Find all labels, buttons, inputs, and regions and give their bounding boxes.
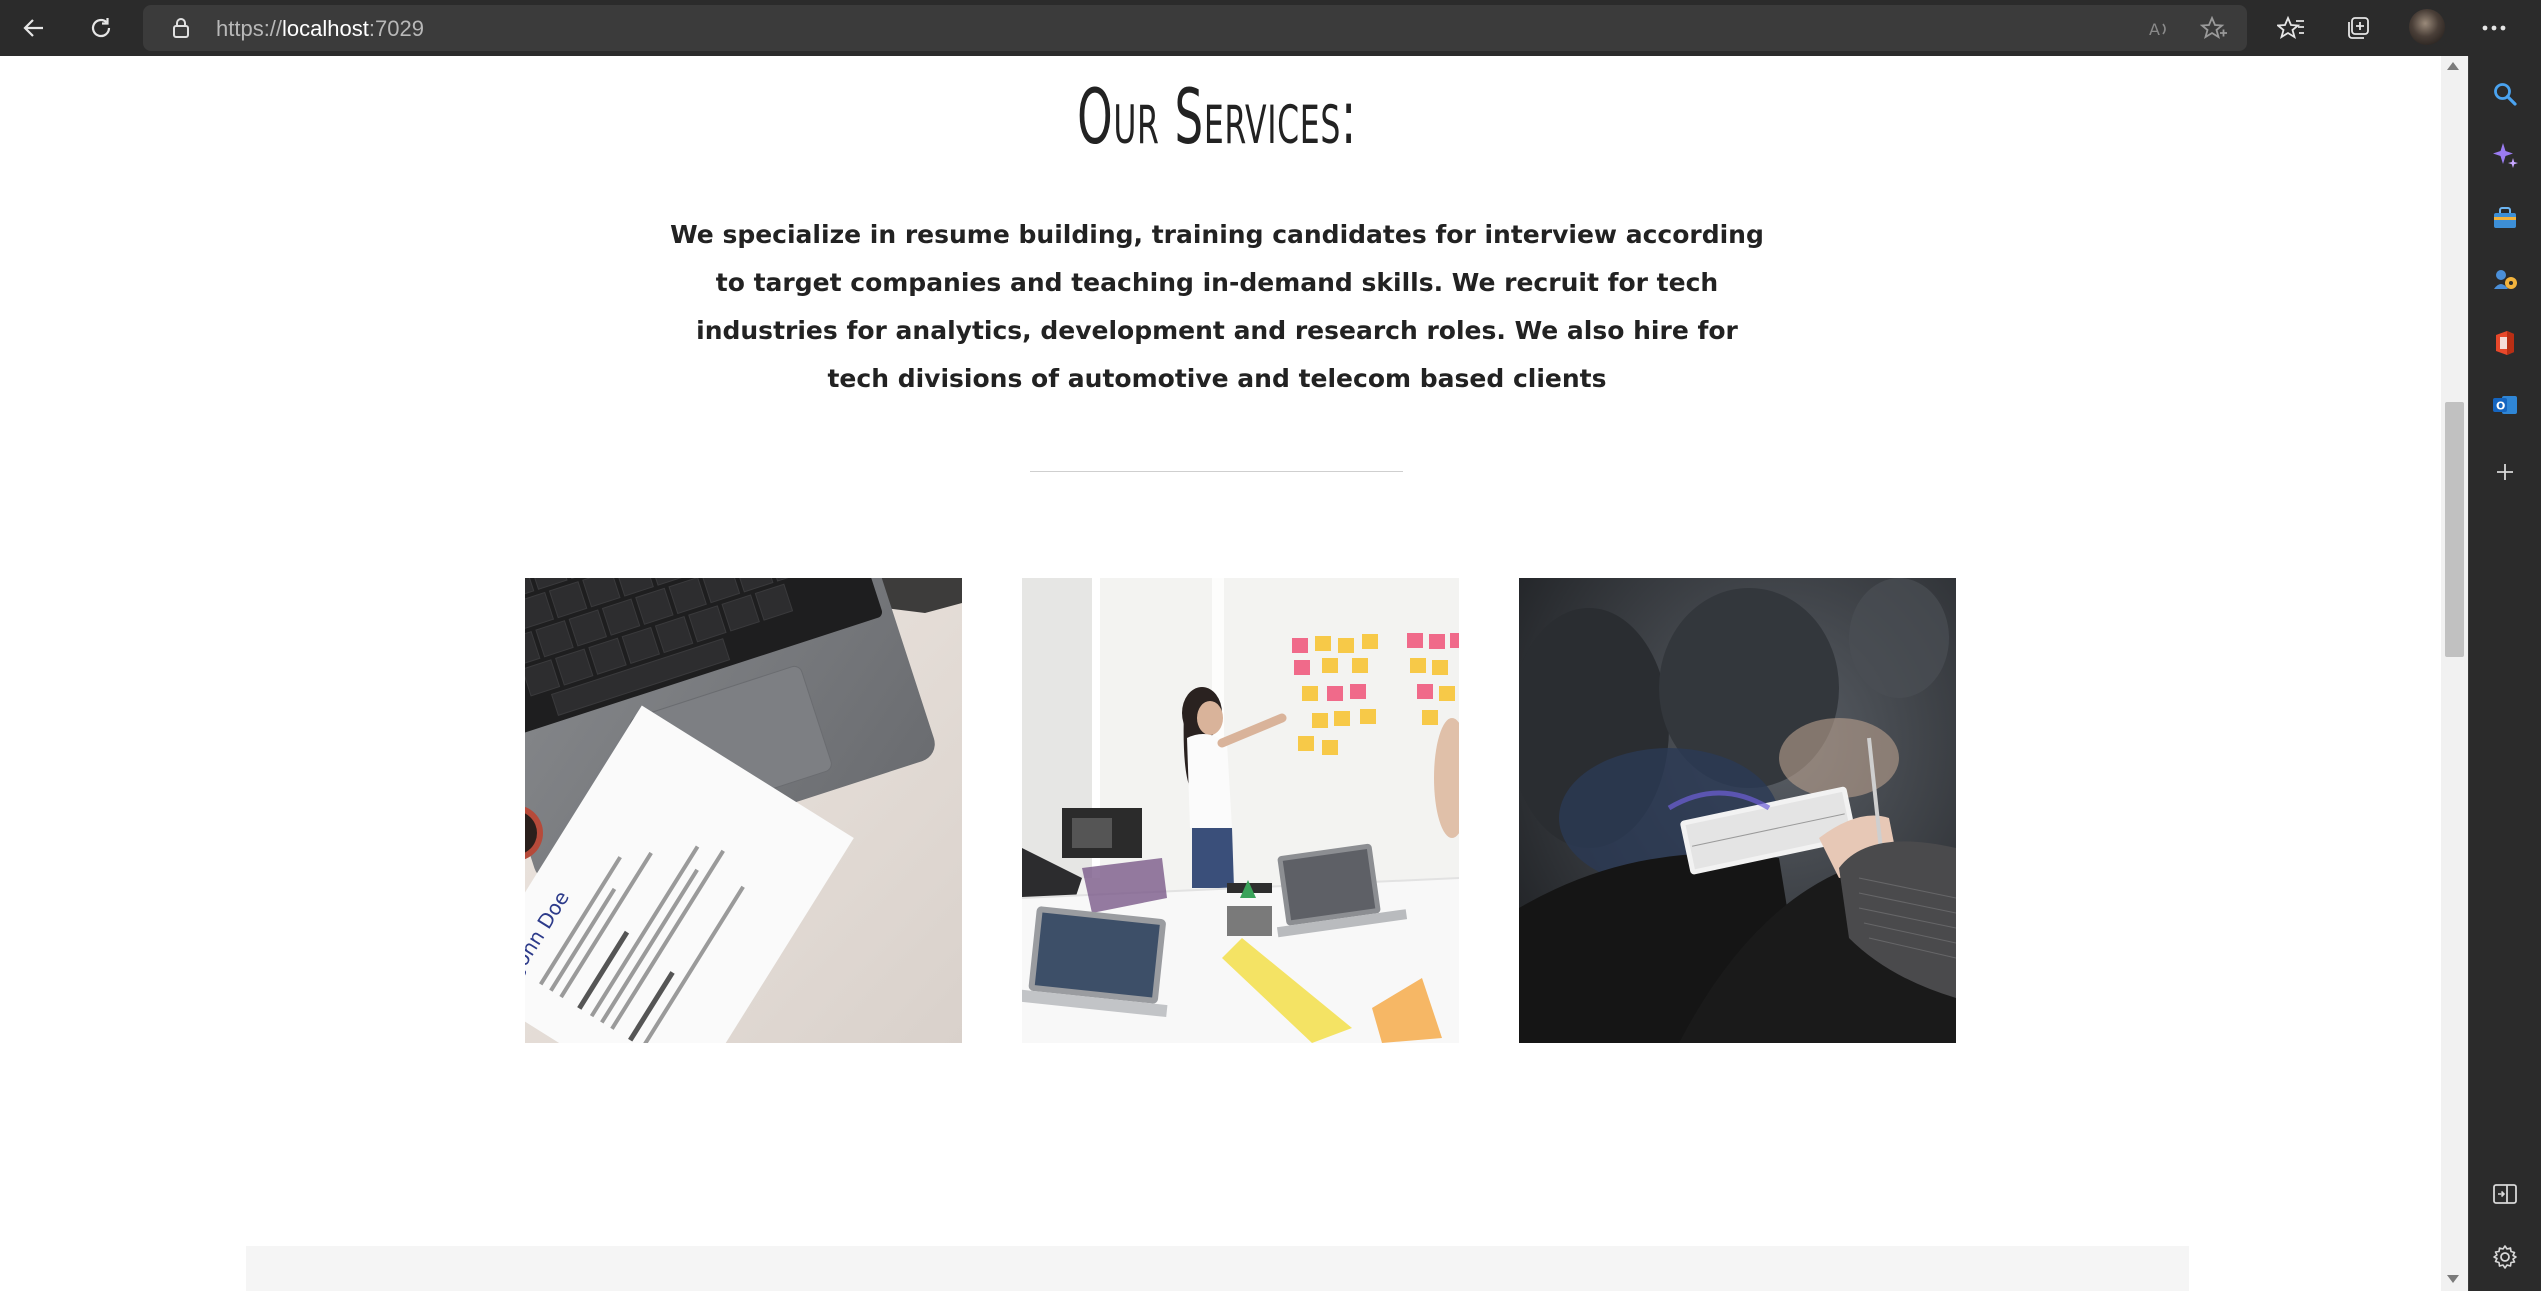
svg-text:A: A [2149, 20, 2160, 39]
url-host: localhost [282, 16, 369, 41]
games-icon[interactable] [2488, 263, 2522, 297]
shopping-icon[interactable] [2488, 201, 2522, 235]
collections-icon[interactable] [2340, 10, 2376, 46]
address-bar[interactable]: https://localhost:7029 A [143, 5, 2247, 51]
services-description: We specialize in resume building, traini… [670, 220, 1764, 393]
scroll-down-arrow[interactable] [2447, 1275, 2459, 1283]
url-text[interactable]: https://localhost:7029 [216, 16, 424, 42]
section-divider [1030, 471, 1403, 472]
refresh-icon[interactable] [83, 10, 119, 46]
edge-sidebar: O [2468, 56, 2541, 1291]
seminar-notebook-photo [1519, 578, 1956, 1043]
back-icon[interactable] [16, 10, 52, 46]
url-port: :7029 [368, 16, 424, 41]
browser-toolbar: https://localhost:7029 A [0, 0, 2541, 56]
copilot-icon[interactable] [2488, 138, 2522, 172]
split-screen-icon[interactable] [2488, 1177, 2522, 1211]
page-scrollbar[interactable] [2441, 56, 2468, 1291]
read-aloud-icon[interactable]: A [2146, 14, 2176, 44]
scrollbar-thumb[interactable] [2445, 402, 2464, 657]
next-section-band [246, 1246, 2189, 1291]
lock-icon[interactable] [169, 16, 193, 40]
services-heading: Our Services: [1077, 72, 1357, 161]
settings-icon[interactable] [2488, 1240, 2522, 1274]
search-icon[interactable] [2488, 77, 2522, 111]
add-icon[interactable] [2488, 455, 2522, 489]
scroll-up-arrow[interactable] [2447, 62, 2459, 70]
resume-laptop-photo: John Doe [525, 578, 962, 1043]
profile-avatar[interactable] [2409, 9, 2445, 45]
more-icon[interactable] [2476, 10, 2512, 46]
url-scheme: https:// [216, 16, 283, 41]
meeting-sticky-notes-photo [1022, 578, 1459, 1043]
svg-text:O: O [2496, 400, 2505, 413]
favorites-icon[interactable] [2273, 10, 2309, 46]
add-favorite-icon[interactable] [2199, 14, 2229, 44]
outlook-icon[interactable]: O [2488, 388, 2522, 422]
office-icon[interactable] [2488, 326, 2522, 360]
